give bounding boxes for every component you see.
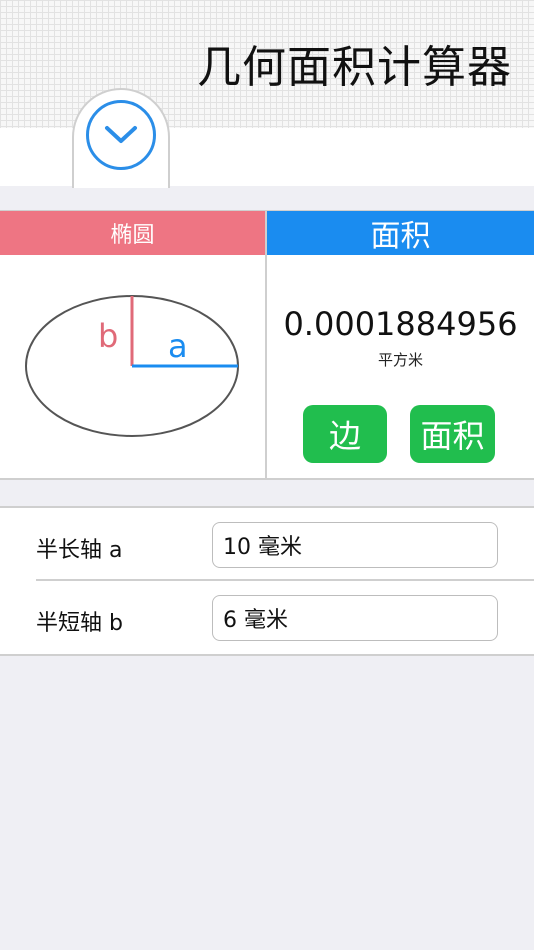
result-header: 面积 [267,211,534,255]
shape-name: 椭圆 [0,211,265,255]
area-button[interactable]: 面积 [410,405,495,463]
label-b: b [98,317,118,355]
input-panel: 半长轴 a 10 毫米 半短轴 b 6 毫米 [0,506,534,656]
panel-divider [265,211,267,479]
shape-panel: 椭圆 面积 b a 0.0001884956 平方米 边 面积 [0,210,534,480]
semi-minor-label: 半短轴 b [36,611,123,636]
semi-major-input[interactable]: 10 毫米 [212,522,498,568]
row-separator [36,579,534,581]
label-a: a [168,327,188,365]
semi-major-label: 半长轴 a [36,538,123,563]
area-unit: 平方米 [377,351,423,369]
side-button[interactable]: 边 [303,405,387,463]
ellipse-diagram: b a [25,295,239,437]
shape-select-toggle[interactable] [86,100,156,170]
area-value: 0.0001884956 [283,305,518,343]
chevron-down-icon [105,126,137,143]
app-title: 几何面积计算器 [197,42,512,93]
semi-minor-input[interactable]: 6 毫米 [212,595,498,641]
